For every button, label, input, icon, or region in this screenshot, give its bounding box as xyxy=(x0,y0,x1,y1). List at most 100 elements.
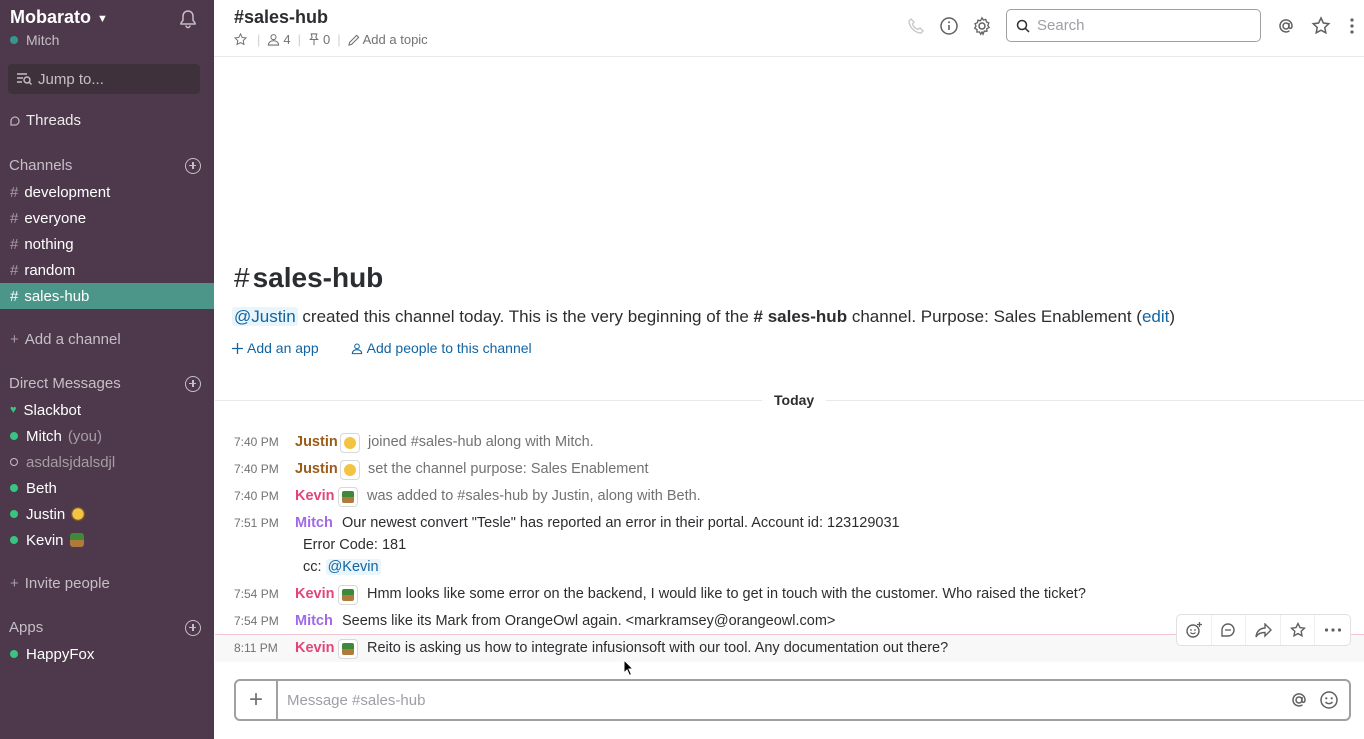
hash-icon: # xyxy=(10,261,19,279)
add-reaction-button[interactable] xyxy=(1177,615,1212,645)
sidebar-item-sales-hub[interactable]: # sales-hub xyxy=(0,283,214,309)
dm-header[interactable]: Direct Messages xyxy=(9,375,201,392)
avatar[interactable] xyxy=(340,433,360,453)
message-composer: + Message #sales-hub xyxy=(234,679,1351,721)
intro-actions: Add an app Add people to this channel xyxy=(232,340,564,356)
message-row[interactable]: 7:40 PM Kevin was added to #sales-hub by… xyxy=(215,486,1364,510)
apps-header[interactable]: Apps xyxy=(9,619,201,636)
mention-icon[interactable] xyxy=(1289,690,1309,710)
hash-icon: # xyxy=(10,287,19,305)
dm-name: asdalsjdalsdjl xyxy=(26,453,116,471)
bell-icon[interactable] xyxy=(178,9,198,29)
add-dm-icon[interactable] xyxy=(185,375,201,392)
user-mention[interactable]: @Kevin xyxy=(325,559,381,575)
plus-icon: + xyxy=(248,686,263,713)
more-vertical-icon[interactable] xyxy=(1342,16,1362,36)
chevron-down-icon: ▼ xyxy=(97,12,108,25)
presence-dot xyxy=(10,536,18,544)
message-text: Hmm looks like some error on the backend… xyxy=(367,586,1086,602)
dm-header-label: Direct Messages xyxy=(9,375,121,392)
sidebar-item-threads[interactable]: Threads xyxy=(9,112,81,129)
star-message-button[interactable] xyxy=(1281,615,1316,645)
dm-mitch[interactable]: Mitch (you) xyxy=(0,423,214,449)
avatar[interactable] xyxy=(338,585,358,605)
message-time[interactable]: 7:40 PM xyxy=(234,435,279,449)
jump-to-button[interactable]: Jump to... xyxy=(8,64,200,94)
message-text: Seems like its Mark from OrangeOwl again… xyxy=(342,613,836,629)
message-row[interactable]: 7:40 PM Justin set the channel purpose: … xyxy=(215,459,1364,483)
message-author[interactable]: Mitch xyxy=(295,613,333,629)
creator-mention[interactable]: @Justin xyxy=(232,307,298,326)
dm-kevin[interactable]: Kevin xyxy=(0,527,214,553)
edit-purpose-link[interactable]: edit xyxy=(1142,307,1169,326)
share-message-button[interactable] xyxy=(1246,615,1281,645)
dm-asdalsjdalsdjl[interactable]: asdalsjdalsdjl xyxy=(0,449,214,475)
presence-dot xyxy=(10,484,18,492)
dm-name: Kevin xyxy=(26,531,64,549)
add-app-icon[interactable] xyxy=(185,619,201,636)
heart-icon: ♥ xyxy=(10,404,17,416)
sidebar-item-development[interactable]: # development xyxy=(0,179,214,205)
current-user[interactable]: Mitch xyxy=(10,32,59,48)
more-actions-button[interactable] xyxy=(1315,615,1350,645)
channel-name: development xyxy=(24,183,111,201)
start-thread-button[interactable] xyxy=(1212,615,1247,645)
message-author[interactable]: Mitch xyxy=(295,515,333,531)
message-time[interactable]: 7:51 PM xyxy=(234,516,279,530)
avatar[interactable] xyxy=(338,639,358,659)
intro-channel-ref[interactable]: # sales-hub xyxy=(754,307,848,326)
message-text: was added to #sales-hub by Justin, along… xyxy=(367,488,701,504)
add-channel-link[interactable]: + Add a channel xyxy=(10,331,121,348)
sidebar-item-nothing[interactable]: # nothing xyxy=(0,231,214,257)
jump-to-label: Jump to... xyxy=(38,70,104,88)
gear-icon[interactable] xyxy=(972,16,992,36)
presence-dot xyxy=(10,510,18,518)
message-input[interactable]: Message #sales-hub xyxy=(287,692,1289,709)
starred-icon[interactable] xyxy=(1311,16,1331,36)
pins-button[interactable]: 0 xyxy=(308,32,330,47)
add-channel-label: Add a channel xyxy=(24,331,121,348)
info-icon[interactable] xyxy=(939,16,959,36)
message-time[interactable]: 7:54 PM xyxy=(234,587,279,601)
message-author[interactable]: Justin xyxy=(295,461,338,477)
message-author[interactable]: Kevin xyxy=(295,640,335,656)
avatar[interactable] xyxy=(338,487,358,507)
message-text: set the channel purpose: Sales Enablemen… xyxy=(368,461,649,477)
search-input[interactable]: Search xyxy=(1006,9,1261,42)
message-author[interactable]: Kevin xyxy=(295,586,335,602)
mentions-icon[interactable] xyxy=(1276,16,1296,36)
message-author[interactable]: Kevin xyxy=(295,488,335,504)
message-text-line: Error Code: 181 xyxy=(303,537,407,553)
presence-dot xyxy=(10,458,18,466)
add-people-link[interactable]: Add people to this channel xyxy=(351,340,548,356)
members-button[interactable]: 4 xyxy=(267,32,291,47)
invite-people-link[interactable]: + Invite people xyxy=(10,575,110,592)
sidebar-item-random[interactable]: # random xyxy=(0,257,214,283)
add-channel-icon[interactable] xyxy=(185,157,201,174)
message-time[interactable]: 7:40 PM xyxy=(234,489,279,503)
add-app-link[interactable]: Add an app xyxy=(232,340,335,356)
message-row[interactable]: 7:51 PM Mitch Our newest convert "Tesle"… xyxy=(215,513,1364,581)
message-author[interactable]: Justin xyxy=(295,434,338,450)
attach-button[interactable]: + xyxy=(236,681,278,719)
app-happyfox[interactable]: HappyFox xyxy=(0,641,214,667)
avatar[interactable] xyxy=(340,460,360,480)
dm-beth[interactable]: Beth xyxy=(0,475,214,501)
dm-justin[interactable]: Justin xyxy=(0,501,214,527)
message-text: Our newest convert "Tesle" has reported … xyxy=(342,515,900,531)
channels-header[interactable]: Channels xyxy=(9,157,201,174)
message-row[interactable]: 7:54 PM Kevin Hmm looks like some error … xyxy=(215,584,1364,608)
message-time[interactable]: 8:11 PM xyxy=(234,641,278,655)
message-row[interactable]: 7:40 PM Justin joined #sales-hub along w… xyxy=(215,432,1364,456)
sidebar-item-everyone[interactable]: # everyone xyxy=(0,205,214,231)
phone-icon[interactable] xyxy=(906,16,926,36)
emoji-icon[interactable] xyxy=(1319,690,1339,710)
app-name: HappyFox xyxy=(26,645,95,663)
star-channel-button[interactable] xyxy=(234,33,250,46)
intro-text-a: created this channel today. This is the … xyxy=(302,307,749,326)
dm-slackbot[interactable]: ♥ Slackbot xyxy=(0,397,214,423)
workspace-menu[interactable]: Mobarato ▼ xyxy=(10,7,108,28)
message-time[interactable]: 7:54 PM xyxy=(234,614,279,628)
message-time[interactable]: 7:40 PM xyxy=(234,462,279,476)
add-topic-button[interactable]: Add a topic xyxy=(347,32,428,47)
